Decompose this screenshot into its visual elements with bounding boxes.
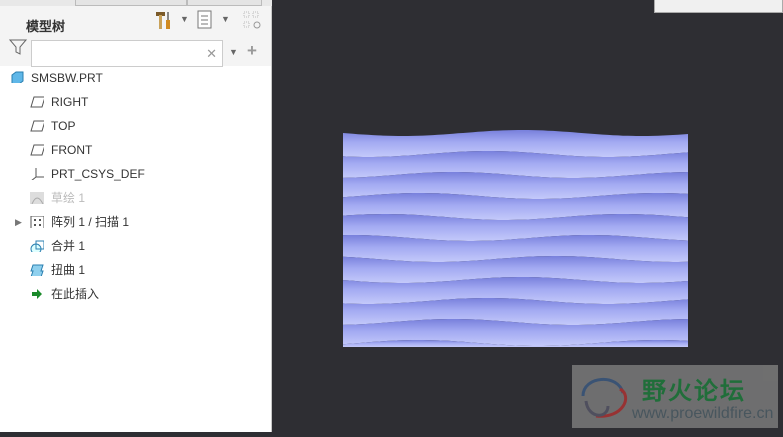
- search-dropdown-icon[interactable]: ▼: [229, 47, 238, 57]
- tree-item[interactable]: 草绘 1: [0, 186, 271, 210]
- logo-icon: [581, 377, 628, 418]
- tree-item-label: 草绘 1: [51, 191, 86, 205]
- panel-title: 模型树: [26, 19, 66, 34]
- watermark-url: www.proewildfire.cn: [632, 405, 774, 422]
- tree-item-label: TOP: [51, 119, 76, 133]
- csys-icon: [31, 168, 44, 180]
- panel-header: 模型树 ▼ ▼ ✕ ▼ +: [0, 6, 271, 67]
- tree-item[interactable]: 在此插入: [0, 282, 271, 306]
- datum-plane-icon: [30, 144, 44, 156]
- pattern-icon: [30, 216, 44, 228]
- tree-item-label: 扭曲 1: [51, 263, 86, 277]
- settings-dropdown-icon[interactable]: ▼: [221, 14, 230, 24]
- tree-item-label: 阵列 1 / 扫描 1: [51, 215, 130, 229]
- tree-item[interactable]: ▶ 阵列 1 / 扫描 1: [0, 210, 271, 234]
- tree-item[interactable]: SMSBW.PRT: [0, 66, 271, 90]
- watermark-name: 野火论坛: [642, 378, 746, 405]
- watermark-logo: 野火论坛 www.proewildfire.cn: [572, 365, 778, 428]
- view-toolbar[interactable]: [654, 0, 783, 13]
- tree-item-label: 合并 1: [51, 239, 86, 253]
- insert-here-icon: [32, 289, 42, 299]
- datum-plane-icon: [30, 120, 44, 132]
- tree-item[interactable]: FRONT: [0, 138, 271, 162]
- tree-item-label: 在此插入: [51, 287, 100, 301]
- hide-tree-icon[interactable]: [242, 10, 262, 30]
- warp-icon: [30, 264, 44, 276]
- tree-search-input[interactable]: [32, 41, 202, 66]
- show-settings-icon[interactable]: [197, 10, 213, 30]
- sketch-icon: [30, 192, 44, 204]
- add-filter-icon[interactable]: +: [247, 41, 257, 61]
- tree-item[interactable]: TOP: [0, 114, 271, 138]
- part-icon: [11, 71, 24, 83]
- tree-item[interactable]: RIGHT: [0, 90, 271, 114]
- tree-item[interactable]: 扭曲 1: [0, 258, 271, 282]
- tree-search-field[interactable]: ✕: [31, 40, 223, 67]
- clear-icon[interactable]: ✕: [206, 46, 217, 62]
- datum-plane-icon: [30, 96, 44, 108]
- filter-icon[interactable]: [9, 38, 27, 56]
- tree-item[interactable]: PRT_CSYS_DEF: [0, 162, 271, 186]
- tree-item-label: PRT_CSYS_DEF: [51, 167, 145, 181]
- tree-item[interactable]: 合并 1: [0, 234, 271, 258]
- tools-icon[interactable]: [153, 10, 173, 30]
- tree-item-label: FRONT: [51, 143, 93, 157]
- model-tree-panel: 模型树 ▼ ▼ ✕ ▼ + SMSBW.PRT RIGHT TOP FRONT PRT_…: [0, 0, 272, 432]
- tools-dropdown-icon[interactable]: ▼: [180, 14, 189, 24]
- expand-icon[interactable]: ▶: [15, 210, 22, 234]
- tree-item-label: SMSBW.PRT: [31, 71, 103, 85]
- merge-icon: [30, 240, 44, 252]
- tree-item-label: RIGHT: [51, 95, 89, 109]
